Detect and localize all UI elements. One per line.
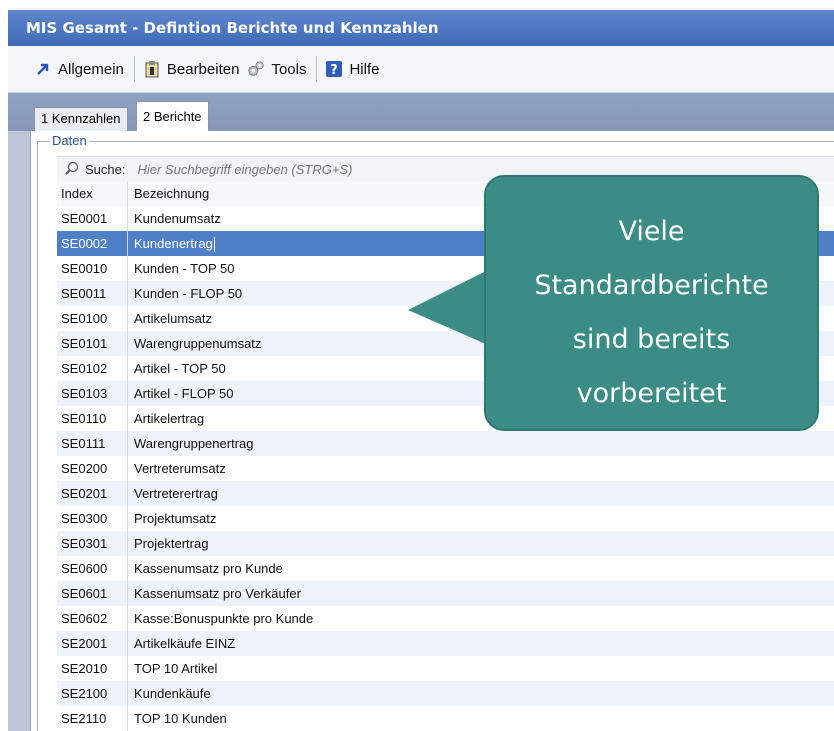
cell-index: SE0101 (61, 336, 108, 351)
table-row[interactable]: SE0300 Projektumsatz (57, 506, 834, 531)
table-row[interactable]: SE0200 Vertreterumsatz (57, 456, 834, 481)
group-label: Daten (50, 133, 89, 148)
cell-index: SE2100 (61, 686, 108, 701)
help-icon: ? (325, 60, 343, 78)
column-separator (127, 181, 128, 731)
cell-index: SE0111 (61, 436, 106, 451)
tools-label: Tools (271, 60, 307, 78)
column-header-index[interactable]: Index (61, 181, 125, 206)
cell-index: SE0001 (61, 211, 108, 226)
tools-button[interactable]: Tools (247, 60, 306, 78)
cell-bezeichnung: Warengruppenertrag (134, 436, 254, 451)
table-row[interactable]: SE0601 Kassenumsatz pro Verkäufer (57, 581, 834, 606)
svg-text:?: ? (331, 63, 339, 78)
tab-berichte[interactable]: 2 Berichte (136, 101, 209, 132)
cell-index: SE0300 (61, 511, 108, 526)
table-row[interactable]: SE2110 TOP 10 Kunden (57, 706, 834, 731)
search-icon (63, 160, 81, 178)
toolbar-separator (316, 56, 318, 82)
cell-bezeichnung: Projektertrag (134, 536, 209, 551)
cell-index: SE2010 (61, 661, 108, 676)
cell-bezeichnung: Artikelkäufe EINZ (134, 636, 236, 651)
allgemein-button[interactable]: Allgemein (34, 60, 124, 78)
cell-index: SE0011 (61, 286, 107, 301)
cell-bezeichnung: Kassenumsatz pro Verkäufer (134, 586, 301, 601)
search-label: Suche: (85, 161, 126, 177)
cell-bezeichnung: TOP 10 Artikel (134, 661, 218, 676)
gears-icon (247, 60, 265, 78)
clipboard-icon (143, 60, 161, 78)
cell-index: SE0201 (61, 486, 108, 501)
callout-line: Standardberichte (534, 270, 769, 301)
cell-index: SE0301 (61, 536, 108, 551)
table-row[interactable]: SE0111 Warengruppenertrag (57, 431, 834, 456)
cell-bezeichnung: Kundenkäufe (134, 686, 211, 701)
text-cursor (213, 237, 215, 253)
allgemein-label: Allgemein (58, 60, 124, 78)
table-row[interactable]: SE0602 Kasse:Bonuspunkte pro Kunde (57, 606, 834, 631)
callout-pointer (408, 270, 488, 345)
table-row[interactable]: SE2001 Artikelkäufe EINZ (57, 631, 834, 656)
toolbar: Allgemein Bearbeiten Tools ? Hilfe (8, 46, 834, 93)
cell-index: SE0200 (61, 461, 108, 476)
cell-index: SE0102 (61, 361, 108, 376)
cell-bezeichnung: Vertreterertrag (134, 486, 218, 501)
table-row[interactable]: SE0201 Vertreterertrag (57, 481, 834, 506)
cell-index: SE0010 (61, 261, 108, 276)
table-row[interactable]: SE0301 Projektertrag (57, 531, 834, 556)
callout-line: vorbereitet (576, 378, 727, 409)
cell-index: SE0100 (61, 311, 108, 326)
callout-line: sind bereits (572, 324, 731, 355)
cell-index: SE0103 (61, 386, 108, 401)
cell-bezeichnung: Projektumsatz (134, 511, 217, 526)
window-title: MIS Gesamt - Defintion Berichte und Kenn… (8, 10, 834, 46)
cell-bezeichnung: Vertreterumsatz (134, 461, 226, 476)
table-row[interactable]: SE2100 Kundenkäufe (57, 681, 834, 706)
table-row[interactable]: SE2010 TOP 10 Artikel (57, 656, 834, 681)
callout-bubble: Viele Standardberichte sind bereits vorb… (484, 175, 819, 431)
cell-index: SE2110 (61, 711, 107, 726)
cell-bezeichnung: TOP 10 Kunden (134, 711, 227, 726)
search-input[interactable] (135, 160, 500, 178)
table-row[interactable]: SE0600 Kassenumsatz pro Kunde (57, 556, 834, 581)
cell-index: SE0601 (61, 586, 108, 601)
cell-index: SE0002 (61, 236, 108, 251)
cell-bezeichnung: Kasse:Bonuspunkte pro Kunde (134, 611, 314, 626)
bearbeiten-button[interactable]: Bearbeiten (143, 60, 240, 78)
cell-bezeichnung: Kassenumsatz pro Kunde (134, 561, 283, 576)
tab-kennzahlen[interactable]: 1 Kennzahlen (34, 107, 128, 132)
app-window: MIS Gesamt - Defintion Berichte und Kenn… (8, 10, 834, 731)
hilfe-button[interactable]: ? Hilfe (325, 60, 379, 78)
cell-index: SE0110 (61, 411, 107, 426)
hilfe-label: Hilfe (349, 60, 380, 78)
toolbar-separator (133, 56, 135, 82)
bearbeiten-label: Bearbeiten (166, 60, 240, 78)
arrow-icon (34, 60, 52, 78)
tab-strip: 1 Kennzahlen 2 Berichte (8, 93, 834, 132)
cell-index: SE0600 (61, 561, 108, 576)
callout-line: Viele (618, 216, 685, 247)
cell-index: SE0602 (61, 611, 108, 626)
cell-index: SE2001 (61, 636, 108, 651)
